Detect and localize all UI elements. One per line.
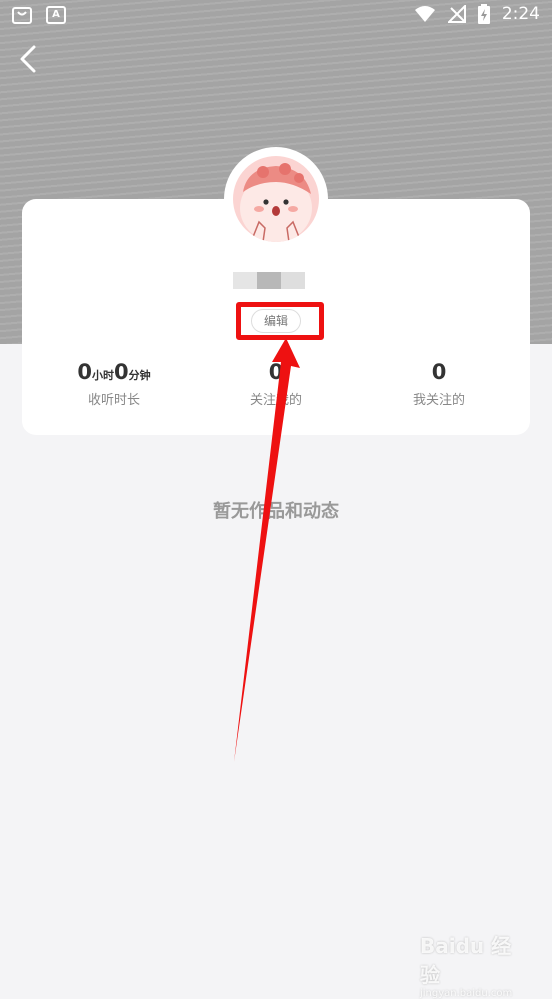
back-button[interactable]: [14, 44, 44, 74]
empty-content-message: 暂无作品和动态: [213, 501, 339, 522]
avatar[interactable]: [233, 156, 319, 242]
stat-following-value: 0: [431, 360, 447, 384]
battery-charging-icon: [477, 4, 490, 24]
wifi-icon: [414, 6, 435, 22]
stat-followers-label: 关注我的: [249, 393, 302, 408]
username-blurred: [233, 272, 305, 289]
status-time: 2:24: [501, 4, 540, 24]
edit-profile-button[interactable]: 编辑: [251, 309, 301, 333]
no-signal-icon: [447, 5, 466, 23]
chevron-left-icon: [20, 45, 36, 73]
stat-following-label: 我关注的: [412, 393, 465, 408]
baidu-watermark: Baidu 经验 jingyan.baidu.com: [420, 934, 513, 999]
stat-following[interactable]: 0 我关注的: [364, 357, 514, 408]
status-bar: A 2:24: [0, 0, 552, 32]
cartoon-avatar-icon: [233, 156, 319, 242]
stat-followers[interactable]: 0 关注我的: [201, 357, 351, 408]
stat-followers-value: 0: [268, 360, 284, 384]
a-app-icon: A: [46, 6, 66, 24]
stat-listening-time[interactable]: 0小时0分钟 收听时长: [39, 357, 189, 408]
stat-listening-value: 0小时0分钟: [77, 360, 151, 384]
shopping-bag-icon: [12, 7, 32, 24]
stat-listening-label: 收听时长: [87, 393, 140, 408]
